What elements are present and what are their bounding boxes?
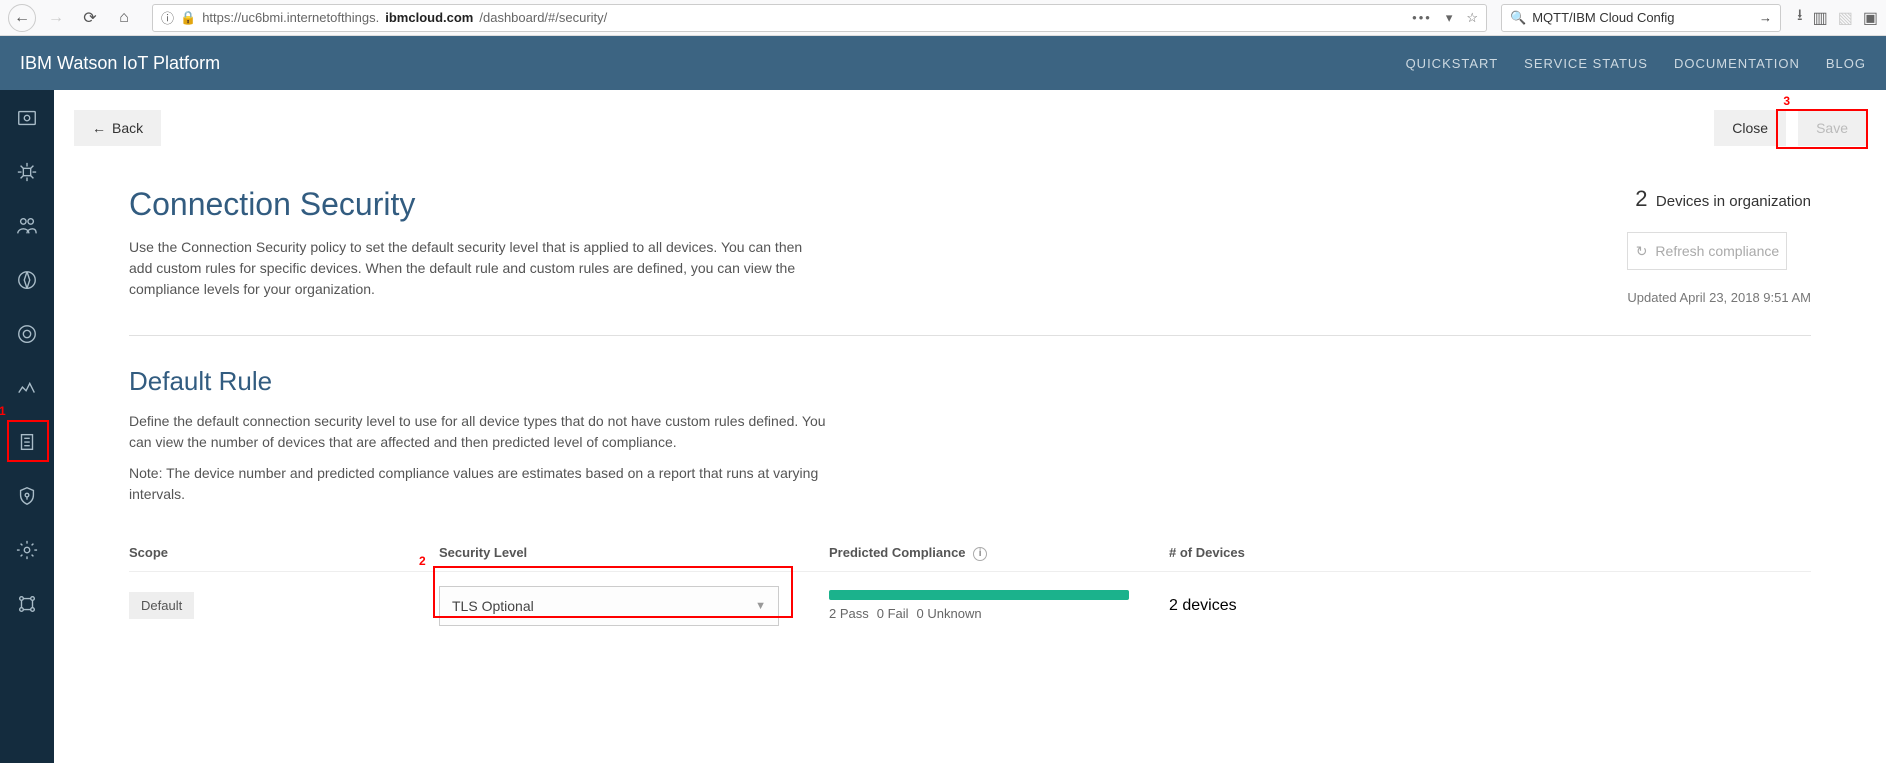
download-icon[interactable]: ⭳ — [1797, 4, 1803, 31]
org-count: 2 — [1635, 186, 1647, 211]
sidebar-item-rules[interactable] — [13, 428, 41, 456]
default-rule-table: Scope Security Level Predicted Complianc… — [129, 535, 1811, 640]
nav-servicestatus[interactable]: SERVICE STATUS — [1524, 56, 1648, 71]
legend-pass: 2 Pass — [829, 606, 869, 621]
col-compliance-label: Predicted Compliance — [829, 545, 966, 560]
home-icon[interactable]: ⌂ — [110, 4, 138, 32]
app-title: IBM Watson IoT Platform — [20, 53, 220, 74]
scope-chip: Default — [129, 592, 194, 619]
annotation-label-2: 2 — [419, 554, 426, 568]
info-icon: ⓘ — [161, 8, 174, 27]
pocket-icon[interactable]: ▾ — [1446, 10, 1453, 26]
sidebar-item-usage[interactable] — [13, 374, 41, 402]
annotation-label-1: 1 — [0, 404, 6, 418]
sidebar-item-devices[interactable] — [13, 158, 41, 186]
search-icon: 🔍 — [1510, 10, 1526, 26]
sidebar: 1 — [0, 90, 54, 763]
browser-toolbar: ← → ⟳ ⌂ ⓘ 🔒 https://uc6bmi.internetofthi… — [0, 0, 1886, 36]
header-nav: QUICKSTART SERVICE STATUS DOCUMENTATION … — [1406, 56, 1866, 71]
url-domain: ibmcloud.com — [385, 10, 473, 25]
close-button[interactable]: Close — [1714, 110, 1786, 146]
library-icon[interactable]: ▥ — [1813, 8, 1828, 28]
url-suffix: /dashboard/#/security/ — [479, 10, 607, 25]
info-icon[interactable]: i — [973, 547, 987, 561]
sidebar-item-settings[interactable] — [13, 536, 41, 564]
col-compliance: Predicted Compliance i — [829, 535, 1169, 571]
nav-blog[interactable]: BLOG — [1826, 56, 1866, 71]
chevron-down-icon: ▼ — [755, 600, 766, 612]
compliance-bar — [829, 590, 1129, 600]
page-actions: Back Close Save — [54, 90, 1886, 146]
lock-icon: 🔒 — [180, 10, 196, 26]
star-icon[interactable]: ☆ — [1466, 10, 1478, 26]
section-title-default-rule: Default Rule — [129, 366, 1811, 397]
refresh-label: Refresh compliance — [1655, 243, 1779, 259]
page-description: Use the Connection Security policy to se… — [129, 237, 829, 300]
go-icon[interactable]: → — [1759, 10, 1772, 25]
security-level-select[interactable]: TLS Optional ▼ — [439, 586, 779, 626]
url-bar[interactable]: ⓘ 🔒 https://uc6bmi.internetofthings. ibmc… — [152, 4, 1487, 32]
nav-quickstart[interactable]: QUICKSTART — [1406, 56, 1499, 71]
col-scope: Scope — [129, 535, 439, 571]
reload-icon[interactable]: ⟳ — [76, 4, 104, 32]
col-security-level: Security Level — [439, 535, 829, 571]
sidebar-item-security[interactable] — [13, 482, 41, 510]
security-level-value: TLS Optional — [452, 598, 534, 614]
sidebar-item-apps[interactable] — [13, 266, 41, 294]
default-rule-desc1: Define the default connection security l… — [129, 411, 829, 453]
search-text: MQTT/IBM Cloud Config — [1532, 10, 1753, 25]
sidebar-icon[interactable]: ▧ — [1838, 8, 1853, 28]
nav-documentation[interactable]: DOCUMENTATION — [1674, 56, 1800, 71]
col-devices: # of Devices — [1169, 535, 1811, 571]
sidebar-item-members[interactable] — [13, 212, 41, 240]
legend-fail: 0 Fail — [877, 606, 909, 621]
org-summary: 2 Devices in organization ↻ Refresh comp… — [1627, 186, 1811, 305]
default-rule-desc2: Note: The device number and predicted co… — [129, 463, 829, 505]
refresh-compliance-button[interactable]: ↻ Refresh compliance — [1627, 232, 1787, 270]
browser-search[interactable]: 🔍 MQTT/IBM Cloud Config → — [1501, 4, 1781, 32]
updated-timestamp: Updated April 23, 2018 9:51 AM — [1627, 290, 1811, 305]
table-row: Default TLS Optional ▼ 2 — [129, 571, 1811, 640]
org-label: Devices in organization — [1656, 193, 1811, 210]
back-nav-icon[interactable]: ← — [8, 4, 36, 32]
sidebar-item-access[interactable] — [13, 320, 41, 348]
device-count-cell: 2 devices — [1169, 571, 1811, 640]
sidebar-item-extensions[interactable] — [13, 590, 41, 618]
more-icon[interactable]: ••• — [1412, 10, 1432, 25]
refresh-icon: ↻ — [1636, 243, 1648, 260]
back-button[interactable]: Back — [74, 110, 161, 146]
main-content: Back Close Save 3 Connection Security Us… — [54, 90, 1886, 763]
compliance-legend: 2 Pass 0 Fail 0 Unknown — [829, 606, 1169, 621]
app-header: IBM Watson IoT Platform QUICKSTART SERVI… — [0, 36, 1886, 90]
url-prefix: https://uc6bmi.internetofthings. — [202, 10, 379, 25]
annotation-label-3: 3 — [1783, 94, 1790, 108]
forward-nav-icon: → — [42, 4, 70, 32]
sidebar-item-overview[interactable] — [13, 104, 41, 132]
legend-unknown: 0 Unknown — [917, 606, 982, 621]
panel-icon[interactable]: ▣ — [1863, 8, 1878, 28]
save-button[interactable]: Save — [1798, 110, 1866, 146]
page-title: Connection Security — [129, 186, 829, 223]
